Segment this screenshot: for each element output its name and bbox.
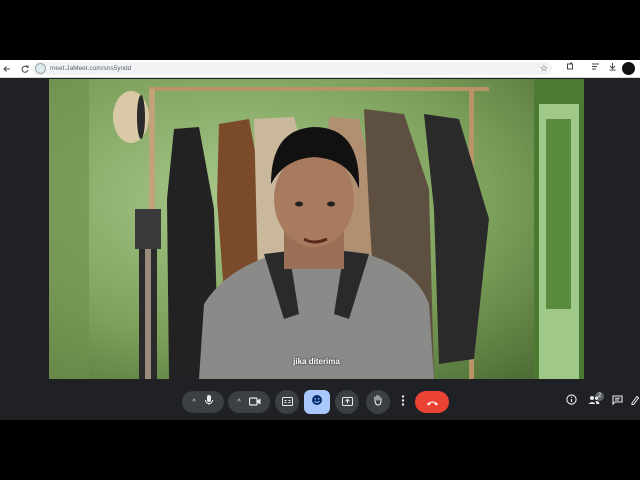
camera-icon[interactable] — [248, 393, 261, 411]
meeting-stage: jika diterima ^ ^ 2 — [0, 78, 640, 420]
reload-icon[interactable] — [18, 62, 32, 76]
letterbox-top — [0, 0, 640, 60]
more-options-icon — [401, 393, 405, 411]
browser-toolbar: meet.JaMeet.com/sns5yndd ☆ — [0, 60, 640, 78]
reactions-button[interactable] — [304, 390, 330, 414]
letterbox-bottom — [0, 420, 640, 480]
info-icon — [565, 394, 577, 408]
meeting-details-button[interactable] — [563, 393, 579, 409]
url-text: meet.JaMeet.com/sns5yndd — [50, 65, 132, 72]
emoji-icon — [311, 393, 323, 411]
chat-button[interactable] — [609, 393, 625, 409]
chat-icon — [611, 394, 623, 408]
captions-button[interactable] — [275, 390, 299, 414]
address-bar[interactable]: meet.JaMeet.com/sns5yndd ☆ — [32, 62, 552, 75]
media-control-icon[interactable] — [588, 61, 602, 75]
camera-control: ^ — [228, 391, 270, 413]
site-info-icon[interactable] — [35, 63, 46, 74]
video-frame — [49, 79, 584, 379]
leave-call-button[interactable] — [415, 391, 449, 413]
activities-button[interactable] — [630, 393, 640, 409]
present-icon — [341, 393, 353, 411]
microphone-icon[interactable] — [204, 393, 214, 411]
extensions-icon[interactable] — [563, 61, 577, 75]
people-button[interactable] — [586, 393, 602, 409]
microphone-control: ^ — [182, 391, 224, 413]
activities-icon — [631, 395, 640, 408]
camera-options-chevron-icon[interactable]: ^ — [237, 399, 240, 406]
download-icon[interactable] — [605, 61, 619, 75]
people-icon — [588, 395, 600, 408]
raise-hand-button[interactable] — [366, 390, 390, 414]
present-screen-button[interactable] — [335, 390, 359, 414]
mic-options-chevron-icon[interactable]: ^ — [192, 399, 195, 406]
hangup-icon — [426, 393, 439, 411]
star-icon[interactable]: ☆ — [540, 62, 548, 75]
more-options-button[interactable] — [391, 390, 415, 414]
back-icon[interactable] — [0, 62, 14, 76]
raise-hand-icon — [373, 393, 383, 411]
caption-text: jika diterima — [293, 357, 340, 366]
profile-avatar[interactable] — [622, 62, 635, 75]
participant-video: jika diterima — [49, 79, 584, 379]
meeting-controls: ^ ^ 2 — [0, 384, 640, 420]
captions-icon — [281, 393, 293, 411]
